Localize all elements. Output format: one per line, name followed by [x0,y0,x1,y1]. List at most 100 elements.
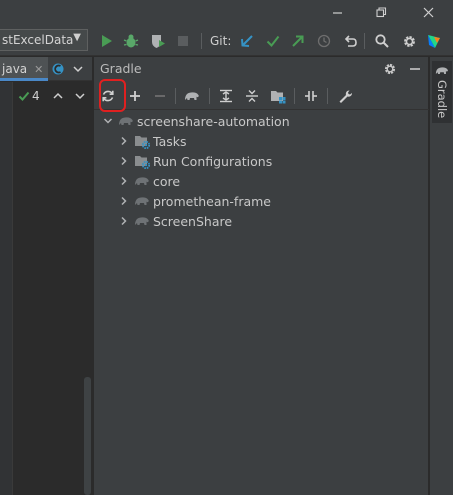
inspection-count: 4 [32,89,40,103]
tree-node-label: Run Configurations [153,153,273,169]
expand-all-icon [220,89,232,103]
group-modules-button[interactable] [267,85,289,107]
collapse-all-button[interactable] [241,85,263,107]
highlight-annotation [99,79,126,112]
git-update-button[interactable] [237,31,257,51]
chevron-right-icon[interactable] [118,175,130,187]
run-with-coverage-button[interactable] [148,31,168,51]
gradle-title: Gradle [100,61,142,76]
close-window-button[interactable] [405,0,451,25]
gradle-tool-window: Gradle screenshare-automation Tasks Run … [93,57,429,495]
run-configuration-select[interactable]: stExcelData ▼ [0,29,88,51]
gradle-elephant-icon [134,213,150,229]
stop-icon [178,36,188,46]
search-everywhere-button[interactable] [372,31,392,51]
tree-node-root[interactable]: screenshare-automation [102,111,290,131]
gradle-elephant-icon [435,67,448,74]
chevron-up-icon[interactable] [52,91,64,101]
folder-gear-icon [134,133,150,149]
minus-icon [155,95,165,97]
git-history-button[interactable] [314,31,334,51]
gradle-options-button[interactable] [381,60,399,78]
build-tool-settings-button[interactable] [334,85,356,107]
tree-node-core[interactable]: core [118,171,180,191]
tree-node-label: promethean-frame [153,193,271,209]
chevron-right-icon[interactable] [118,135,130,147]
checkmark-icon [18,91,30,101]
wrench-icon [339,89,352,103]
offline-mode-icon [305,91,317,101]
expand-all-button[interactable] [215,85,237,107]
folder-modules-icon [271,91,286,104]
right-tool-stripe: Gradle [429,57,453,495]
arrow-down-left-icon [241,35,253,47]
git-commit-button[interactable] [263,31,283,51]
gradle-toolbar [94,82,429,110]
minimize-icon [410,68,420,70]
arrow-up-right-icon [292,35,304,47]
editor-scrollbar[interactable] [84,377,91,495]
checkmark-icon [266,35,280,48]
gradle-elephant-icon [134,173,150,189]
clock-icon [317,34,331,48]
gradle-header: Gradle [94,57,429,81]
tree-node-run-configurations[interactable]: Run Configurations [118,151,272,171]
title-bar [0,0,453,25]
gear-icon [403,35,415,47]
git-rollback-button[interactable] [340,31,360,51]
chevron-right-icon[interactable] [118,155,130,167]
inspection-widget[interactable]: 4 [18,87,86,105]
gradle-stripe-button[interactable]: Gradle [432,61,452,123]
unlink-gradle-project-button[interactable] [149,85,171,107]
toggle-offline-mode-button[interactable] [300,85,322,107]
gradle-elephant-icon [185,92,199,100]
chevron-right-icon[interactable] [118,195,130,207]
tree-node-label: ScreenShare [153,213,233,229]
editor-tab-second[interactable] [52,60,88,78]
tree-node-tasks[interactable]: Tasks [118,131,187,151]
close-tab-icon[interactable]: ✕ [34,63,43,76]
execute-gradle-task-button[interactable] [181,85,203,107]
tree-node-promethean-frame[interactable]: promethean-frame [118,191,271,211]
tree-node-label: screenshare-automation [137,113,290,129]
git-push-button[interactable] [288,31,308,51]
gradle-stripe-label: Gradle [435,80,449,119]
chevron-down-icon[interactable] [102,115,114,127]
editor-gutter [0,82,13,495]
minimize-window-button[interactable] [314,0,360,25]
jetbrains-toolbox-icon [428,35,440,48]
run-configuration-label: stExcelData [2,33,74,47]
toolbox-app-button[interactable] [424,31,444,51]
bug-icon [123,34,139,48]
minimize-icon [332,12,342,14]
plus-icon [130,91,140,101]
collapse-all-icon [246,90,258,102]
main-toolbar: stExcelData ▼ Git: [0,25,453,56]
debug-button[interactable] [121,31,141,51]
restore-window-button[interactable] [358,0,404,25]
link-gradle-project-button[interactable] [124,85,146,107]
coverage-shield-icon [152,35,165,48]
gear-icon [384,63,396,75]
run-icon [102,35,112,47]
code-editor[interactable]: 4 [0,82,92,495]
chevron-right-icon[interactable] [118,215,130,227]
settings-button[interactable] [399,31,419,51]
tree-node-screenshare[interactable]: ScreenShare [118,211,232,231]
stop-button[interactable] [173,31,193,51]
gradle-elephant-icon [134,193,150,209]
chevron-down-icon: ▼ [73,32,81,43]
git-label: Git: [210,34,232,48]
run-button[interactable] [96,31,116,51]
hide-panel-button[interactable] [406,60,424,78]
chevron-down-icon[interactable] [74,91,86,101]
folder-gear-icon [134,153,150,169]
search-icon [375,34,389,48]
editor-tab-strip: java ✕ [0,57,92,81]
tree-node-label: core [153,173,181,189]
close-icon [423,7,433,18]
editor-tab-label: java [2,62,28,76]
chevron-down-icon[interactable] [72,64,84,74]
restore-icon [375,7,386,18]
editor-tab-java[interactable]: java ✕ [0,57,48,81]
